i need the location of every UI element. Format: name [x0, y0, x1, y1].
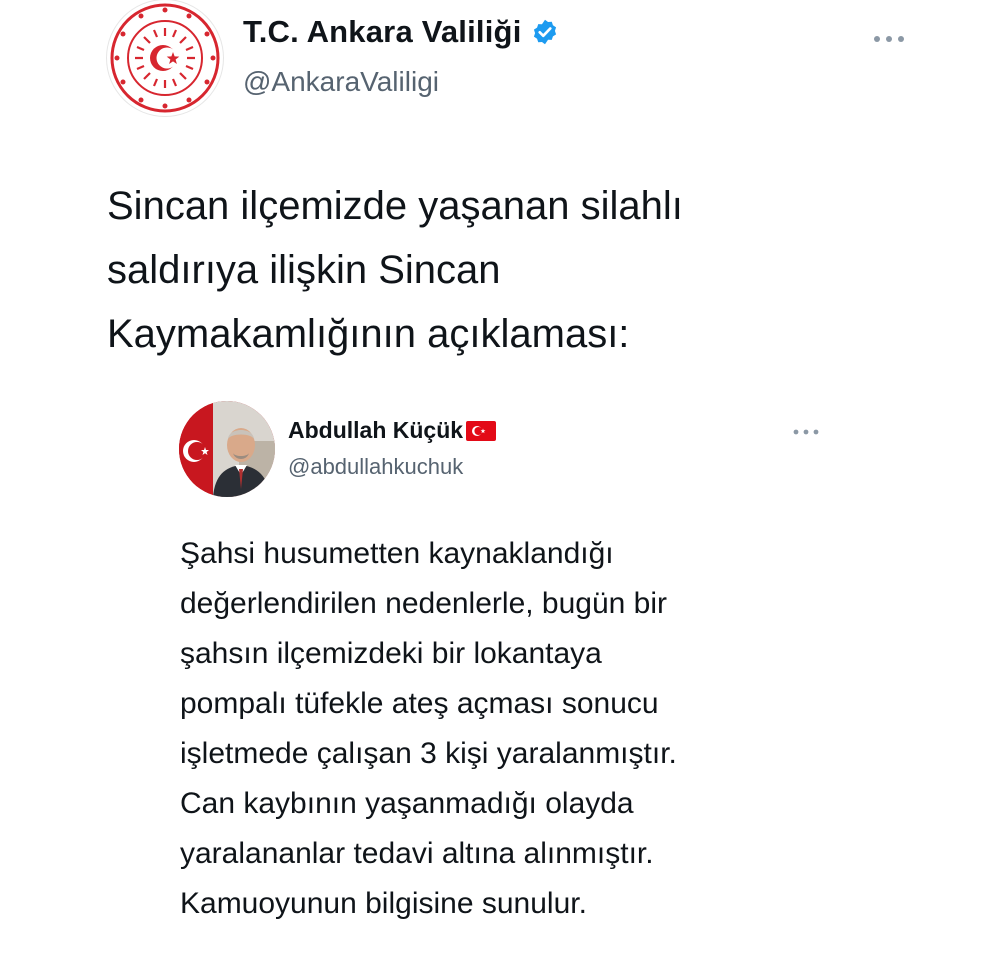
ankara-valiligi-seal-icon: [109, 2, 221, 114]
user-profile-photo: [179, 401, 275, 497]
tweet: T.C. Ankara Valiliği @AnkaraValiligi Sin…: [0, 0, 1000, 961]
quoted-author-avatar[interactable]: [179, 401, 275, 497]
turkish-flag-icon: [466, 420, 497, 441]
quoted-tweet-text: Şahsi husumetten kaynaklandığı değerlend…: [180, 537, 677, 920]
more-options-icon[interactable]: [872, 32, 906, 46]
verified-badge-icon: [533, 19, 556, 45]
tweet-text: Sincan ilçemizde yaşanan silahlı saldırı…: [107, 184, 683, 356]
author-avatar[interactable]: [107, 0, 223, 116]
author-handle[interactable]: @AnkaraValiligi: [243, 66, 439, 98]
quoted-author-name-row: Abdullah Küçük: [288, 417, 497, 444]
more-options-icon[interactable]: [792, 426, 820, 438]
quoted-tweet[interactable]: Abdullah Küçük @abdullahkuchuk Şahsi hus…: [160, 385, 840, 961]
author-name-row: T.C. Ankara Valiliği: [243, 14, 559, 50]
quoted-author-handle[interactable]: @abdullahkuchuk: [288, 454, 463, 480]
quoted-author-display-name[interactable]: Abdullah Küçük: [288, 417, 463, 444]
author-display-name[interactable]: T.C. Ankara Valiliği: [243, 14, 522, 50]
